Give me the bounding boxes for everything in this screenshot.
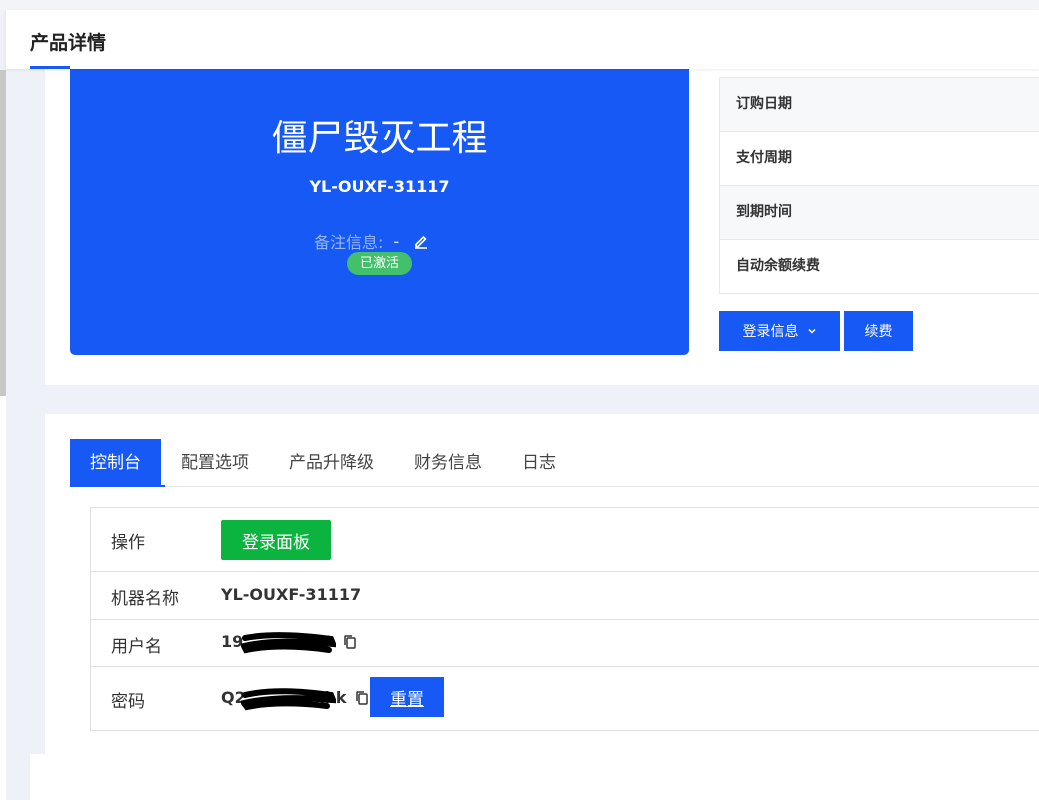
- product-hero-panel: 僵尸毁灭工程 YL-OUXF-31117 备注信息: - 已激活: [70, 69, 689, 355]
- renew-button[interactable]: 续费: [844, 311, 913, 351]
- info-row-payment-cycle: 支付周期: [720, 132, 1039, 186]
- row-password: 密码 Q2 kbk 重置: [91, 666, 1039, 730]
- row-machine-name: 机器名称 YL-OUXF-31117: [91, 571, 1039, 620]
- copy-icon[interactable]: [342, 634, 358, 650]
- row-username: 用户名 19 39: [91, 619, 1039, 667]
- tab-upgrade[interactable]: 产品升降级: [269, 439, 394, 487]
- tab-console[interactable]: 控制台: [70, 439, 161, 487]
- redaction-scribble: [241, 688, 336, 711]
- info-row-order-date: 订购日期: [720, 78, 1039, 132]
- top-strip: [0, 0, 1039, 10]
- machine-name-value: YL-OUXF-31117: [221, 585, 362, 604]
- order-info-table: 订购日期 支付周期 到期时间 自动余额续费: [719, 77, 1039, 294]
- remark-line: 备注信息: -: [314, 229, 429, 253]
- edit-icon[interactable]: [413, 233, 429, 249]
- status-badge: 已激活: [347, 252, 412, 275]
- operation-label: 操作: [111, 533, 145, 553]
- tab-finance[interactable]: 财务信息: [394, 439, 502, 487]
- machine-name-label: 机器名称: [111, 589, 179, 609]
- copy-icon[interactable]: [354, 690, 370, 706]
- title-underline: [30, 66, 70, 69]
- redaction-scribble: [241, 632, 336, 654]
- page-title: 产品详情: [30, 32, 107, 54]
- info-row-expire-time: 到期时间: [720, 186, 1039, 240]
- login-panel-button[interactable]: 登录面板: [221, 520, 331, 560]
- info-row-auto-renew: 自动余额续费: [720, 240, 1039, 294]
- remark-value: -: [393, 231, 400, 251]
- product-name: 僵尸毁灭工程: [271, 118, 488, 159]
- login-info-label: 登录信息: [742, 324, 799, 340]
- chevron-down-icon: [807, 328, 816, 334]
- bottom-area: [30, 754, 1039, 800]
- row-operation: 操作 登录面板: [91, 508, 1039, 572]
- tab-divider: [70, 486, 1039, 487]
- reset-password-button[interactable]: 重置: [370, 677, 444, 717]
- username-prefix: 19: [221, 632, 244, 651]
- product-code: YL-OUXF-31117: [309, 177, 450, 196]
- username-label: 用户名: [111, 637, 162, 657]
- tab-bar: 控制台 配置选项 产品升降级 财务信息 日志: [70, 439, 576, 487]
- tab-active-indicator: [70, 485, 165, 487]
- tab-config-options[interactable]: 配置选项: [161, 439, 269, 487]
- login-info-button[interactable]: 登录信息: [719, 311, 840, 351]
- header-bar: 产品详情: [6, 10, 1039, 69]
- remark-label: 备注信息:: [314, 233, 384, 252]
- left-edge: [0, 396, 6, 800]
- console-detail-table: 操作 登录面板 机器名称 YL-OUXF-31117 用户名 19 39 密码 …: [90, 507, 1039, 731]
- password-label: 密码: [111, 692, 145, 712]
- tab-logs[interactable]: 日志: [502, 439, 576, 487]
- scrollbar-thumb[interactable]: [0, 70, 6, 396]
